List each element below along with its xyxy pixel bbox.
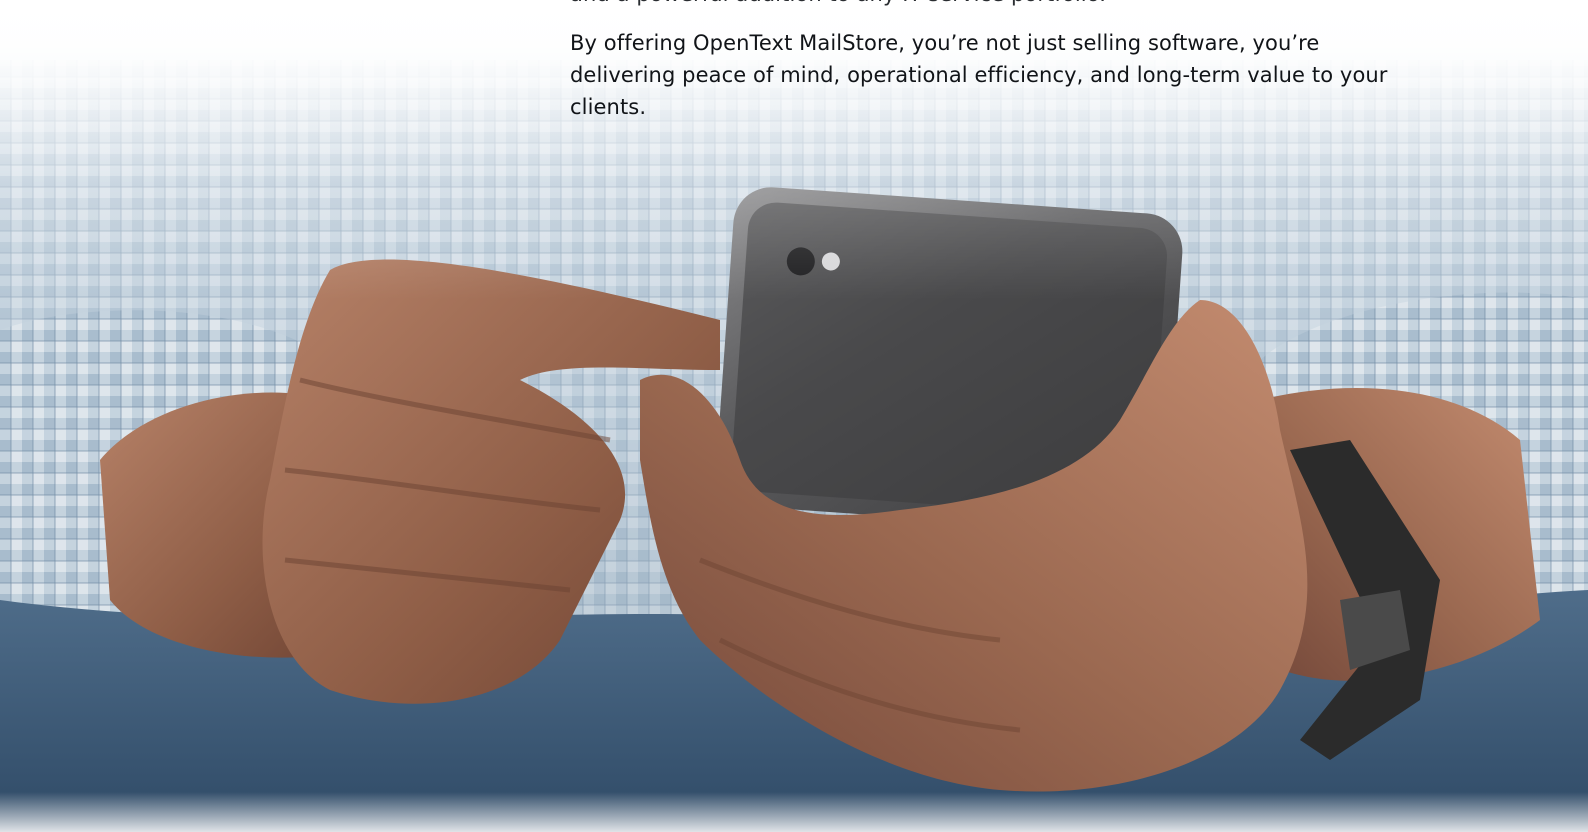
article-body: and a powerful addition to any IT servic… <box>570 0 1400 140</box>
closing-paragraph: By offering OpenText MailStore, you’re n… <box>570 31 1388 119</box>
page: and a powerful addition to any IT servic… <box>0 0 1588 832</box>
cut-off-paragraph: and a powerful addition to any IT servic… <box>570 0 1400 10</box>
